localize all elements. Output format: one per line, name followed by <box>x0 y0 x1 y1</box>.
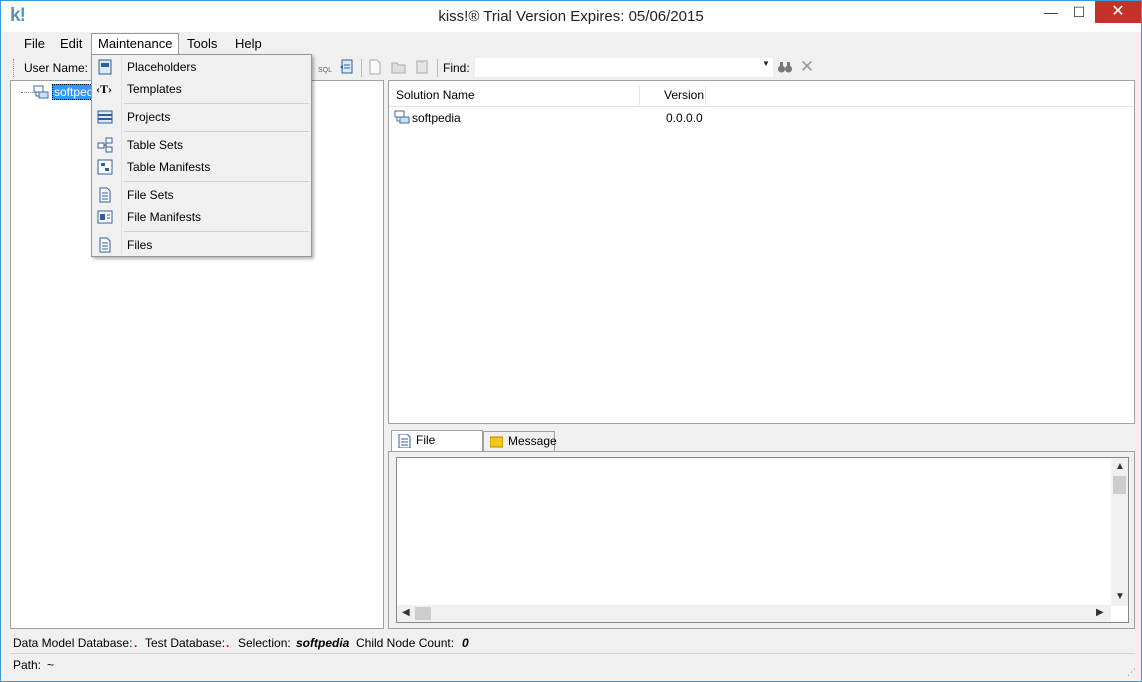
menu-item-projects[interactable]: Projects <box>94 106 309 128</box>
horizontal-scroll-thumb[interactable] <box>415 607 431 620</box>
path-bar: Path: ~ <box>10 655 1135 675</box>
grid-header: Solution Name Version <box>389 81 1134 107</box>
toolbar-separator <box>437 59 438 77</box>
data-model-value: . <box>134 636 138 650</box>
menu-item-templates[interactable]: ‹T› Templates <box>94 78 309 100</box>
scroll-up-icon[interactable]: ▲ <box>1115 461 1125 472</box>
menu-file[interactable]: File <box>18 33 51 54</box>
menu-item-label: File Sets <box>127 188 174 202</box>
child-count-label: Child Node Count: <box>356 636 455 650</box>
data-model-label: Data Model Database: <box>13 636 133 650</box>
resize-grip-icon[interactable]: ⋰ <box>1127 667 1137 677</box>
clear-find-icon[interactable]: ✕ <box>799 58 815 75</box>
column-divider[interactable] <box>705 85 706 105</box>
placeholders-icon <box>97 59 113 75</box>
column-divider[interactable] <box>639 85 640 105</box>
files-icon <box>97 237 113 253</box>
menu-tools[interactable]: Tools <box>181 33 223 54</box>
projects-icon <box>97 109 113 125</box>
paste-icon[interactable] <box>414 59 430 75</box>
file-preview-content[interactable]: ▲ ▼ ◀ ▶ <box>396 457 1129 623</box>
maximize-button[interactable]: ☐ <box>1064 1 1094 23</box>
scroll-right-icon[interactable]: ▶ <box>1096 607 1104 618</box>
close-button[interactable]: ✕ <box>1095 1 1141 23</box>
solution-icon <box>33 84 49 100</box>
menu-separator <box>124 103 309 104</box>
menu-item-label: Files <box>127 238 153 252</box>
menu-item-label: Table Sets <box>127 138 184 152</box>
path-label: Path: <box>13 658 42 672</box>
binoculars-icon[interactable] <box>777 59 793 75</box>
file-manifests-icon <box>97 209 113 225</box>
message-icon <box>489 435 504 449</box>
find-input[interactable] <box>475 58 773 77</box>
find-dropdown-arrow-icon[interactable]: ▼ <box>762 59 770 68</box>
tab-message-label: Message <box>508 434 557 448</box>
title-bar: k! kiss!® Trial Version Expires: 05/06/2… <box>1 1 1141 32</box>
status-bar: Data Model Database: . Test Database: . … <box>10 633 1135 653</box>
menu-item-placeholders[interactable]: Placeholders <box>94 56 309 78</box>
menu-item-table-sets[interactable]: Table Sets <box>94 134 309 156</box>
table-sets-icon <box>97 137 113 153</box>
scroll-down-icon[interactable]: ▼ <box>1115 591 1125 602</box>
new-file-icon[interactable] <box>367 59 383 75</box>
col-header-version[interactable]: Version <box>664 88 704 102</box>
menu-separator <box>124 231 309 232</box>
maintenance-menu: Placeholders ‹T› Templates Projects Tabl… <box>91 54 312 257</box>
templates-icon: ‹T› <box>96 82 112 96</box>
menu-help[interactable]: Help <box>229 33 268 54</box>
file-sets-icon <box>97 187 113 203</box>
toolbar-grip[interactable] <box>13 59 16 77</box>
menu-item-label: File Manifests <box>127 210 202 224</box>
menu-item-label: Table Manifests <box>127 160 211 174</box>
menu-separator <box>124 131 309 132</box>
file-preview-panel: ▲ ▼ ◀ ▶ <box>388 451 1135 629</box>
menu-item-label: Templates <box>127 82 182 96</box>
solution-grid: Solution Name Version softpedia 0.0.0.0 <box>388 80 1135 424</box>
menu-item-table-manifests[interactable]: Table Manifests <box>94 156 309 178</box>
cell-version: 0.0.0.0 <box>666 111 703 125</box>
table-manifests-icon <box>97 159 113 175</box>
find-label: Find: <box>443 61 470 75</box>
menu-item-file-sets[interactable]: File Sets <box>94 184 309 206</box>
menu-maintenance[interactable]: Maintenance <box>91 33 180 55</box>
menu-separator <box>124 181 309 182</box>
table-row[interactable]: softpedia 0.0.0.0 <box>389 108 1134 126</box>
sql-icon[interactable]: SQL <box>315 63 335 79</box>
status-divider <box>10 653 1135 654</box>
window-title: kiss!® Trial Version Expires: 05/06/2015 <box>438 8 704 25</box>
minimize-button[interactable]: — <box>1036 1 1066 23</box>
scroll-left-icon[interactable]: ◀ <box>402 607 410 618</box>
selection-value: softpedia <box>296 636 350 650</box>
menu-item-label: Placeholders <box>127 60 197 74</box>
solution-row-icon <box>394 109 410 125</box>
user-name-label: User Name: <box>24 61 89 75</box>
menu-item-files[interactable]: Files <box>94 234 309 256</box>
menu-item-file-manifests[interactable]: File Manifests <box>94 206 309 228</box>
toolbar-separator <box>361 59 362 77</box>
app-window: k! kiss!® Trial Version Expires: 05/06/2… <box>0 0 1142 682</box>
path-value: ~ <box>47 658 55 672</box>
tab-message[interactable]: Message <box>483 431 557 452</box>
tab-file-preview[interactable]: File Preview <box>391 430 483 466</box>
selection-label: Selection: <box>238 636 291 650</box>
test-db-label: Test Database: <box>145 636 226 650</box>
vertical-scroll-thumb[interactable] <box>1113 476 1126 494</box>
export-icon[interactable] <box>339 59 355 75</box>
file-preview-icon <box>398 433 411 449</box>
horizontal-scrollbar[interactable]: ◀ ▶ <box>397 605 1111 622</box>
cell-solution-name: softpedia <box>412 111 461 125</box>
menu-edit[interactable]: Edit <box>54 33 88 54</box>
menu-item-label: Projects <box>127 110 171 124</box>
child-count-value: 0 <box>462 636 469 650</box>
vertical-scrollbar[interactable]: ▲ ▼ <box>1111 458 1128 606</box>
open-folder-icon[interactable] <box>391 59 407 75</box>
test-db-value: . <box>226 636 230 650</box>
col-header-solution-name[interactable]: Solution Name <box>396 88 475 102</box>
